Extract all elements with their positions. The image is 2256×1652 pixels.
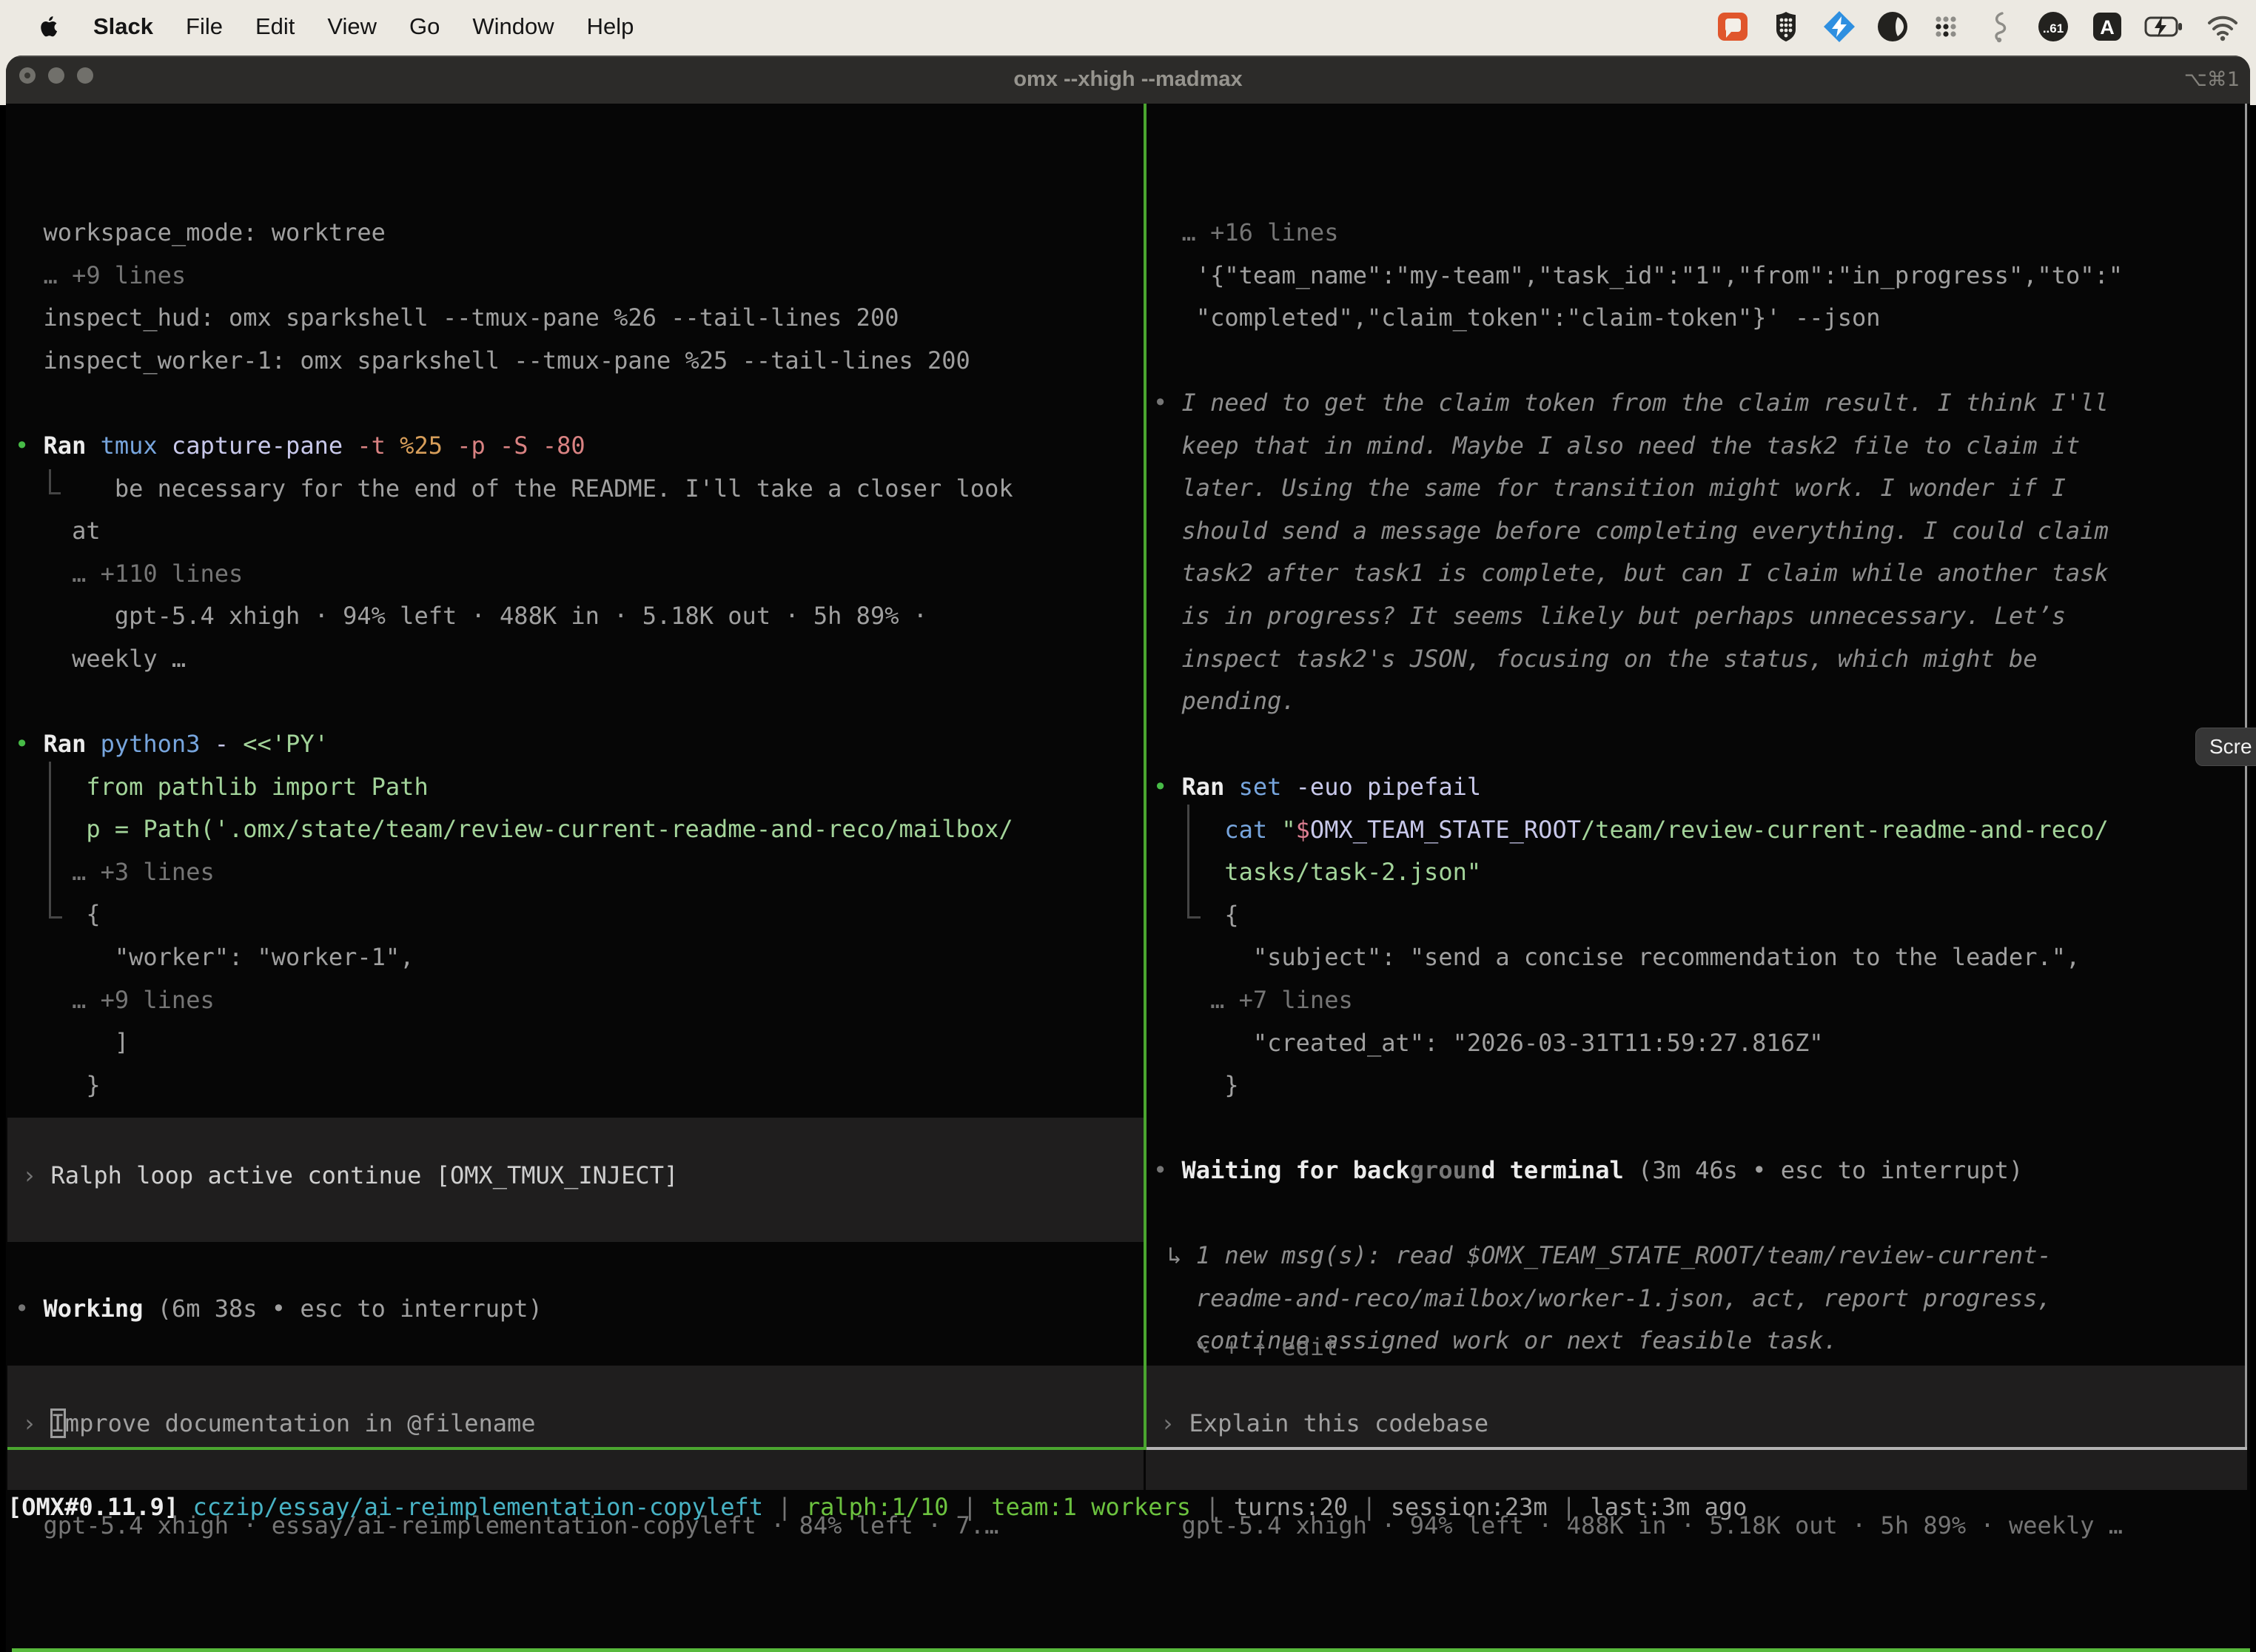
crescent-app-icon[interactable]	[1876, 10, 1910, 44]
input-source-icon[interactable]: A	[2090, 10, 2124, 44]
footer-status-area: [OMX#0.11.9] cczip/essay/ai-reimplementa…	[0, 0, 2256, 1652]
screen-tooltip: Scre	[2195, 728, 2256, 766]
wifi-icon[interactable]	[2204, 10, 2241, 44]
menu-item-view[interactable]: View	[327, 13, 377, 40]
badge-61-icon[interactable]: ..61	[2035, 10, 2071, 44]
chat-app-icon[interactable]	[1716, 10, 1750, 44]
omx-status-line: [OMX#0.11.9] cczip/essay/ai-reimplementa…	[7, 1486, 1747, 1529]
svg-text:..61: ..61	[2043, 21, 2064, 36]
pane-divider-active[interactable]	[1144, 104, 1147, 1448]
dots-grid-icon[interactable]	[1929, 10, 1963, 44]
active-app-menu[interactable]: Slack	[93, 13, 153, 40]
menu-item-go[interactable]: Go	[409, 13, 440, 40]
pane-bottom-border-left	[7, 1447, 1147, 1450]
grid-shield-icon[interactable]	[1769, 10, 1803, 44]
terminal-line: [OMX#0.11.9] cczip/essay/ai-reimplementa…	[7, 1486, 1747, 1529]
menu-item-file[interactable]: File	[186, 13, 223, 40]
menu-bar-status-icons: ..61 A	[1716, 10, 2241, 44]
menu-item-window[interactable]: Window	[472, 13, 554, 40]
menu-bar: Slack File Edit View Go Window Help	[0, 0, 2256, 53]
menu-item-help[interactable]: Help	[587, 13, 634, 40]
pane-bottom-border-right	[1147, 1447, 2247, 1450]
squiggle-key-icon[interactable]	[1982, 10, 2016, 44]
battery-icon[interactable]	[2143, 10, 2185, 44]
svg-text:A: A	[2100, 16, 2115, 38]
pane-border-right	[2245, 104, 2247, 1448]
flash-app-icon[interactable]	[1822, 10, 1856, 44]
apple-menu-icon[interactable]	[38, 14, 61, 39]
menu-item-edit[interactable]: Edit	[255, 13, 295, 40]
